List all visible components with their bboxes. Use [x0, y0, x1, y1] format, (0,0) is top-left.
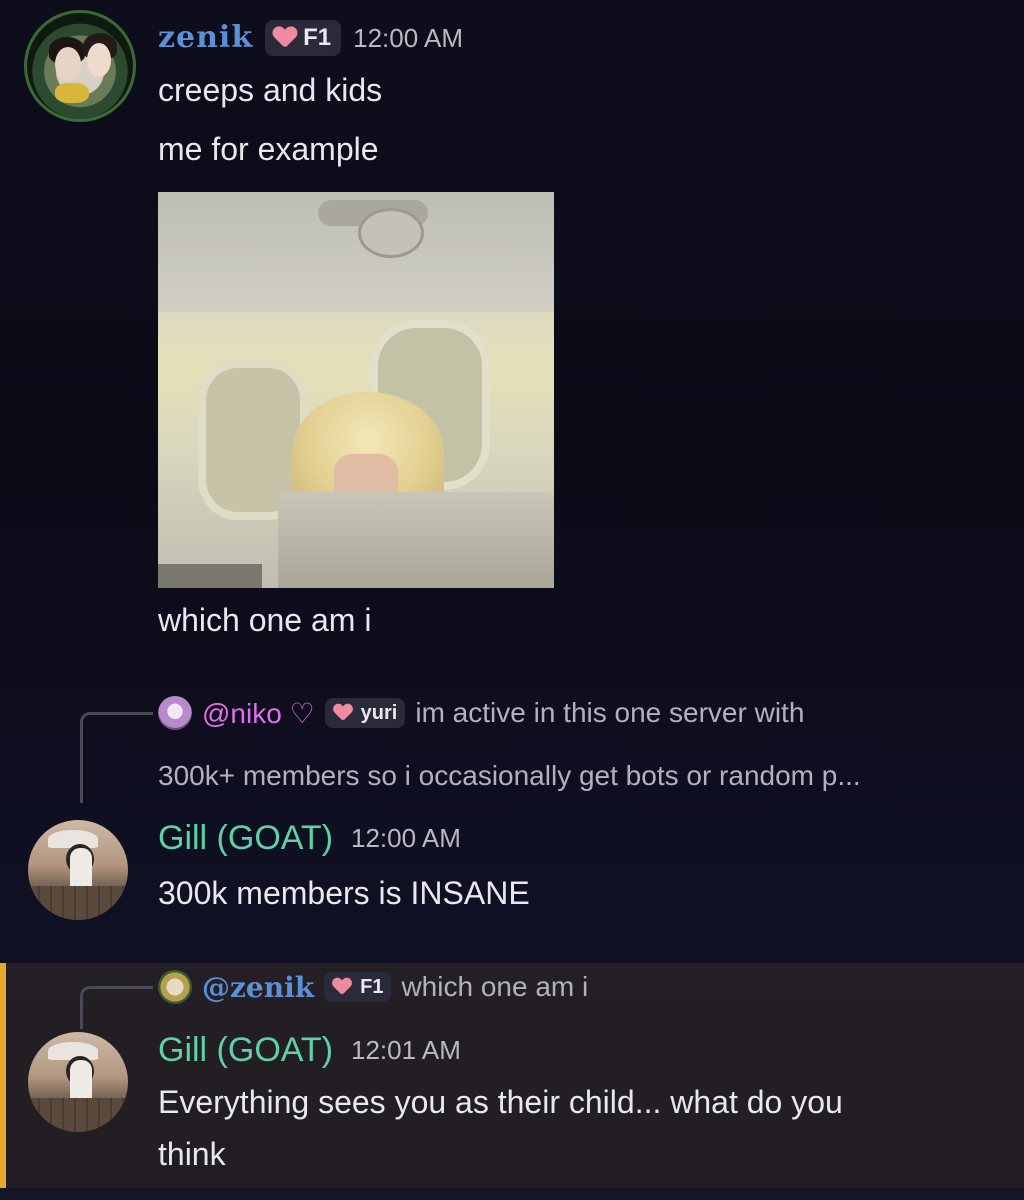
heart-icon [333, 704, 352, 722]
message-image-attachment[interactable] [158, 192, 554, 588]
server-tag[interactable]: F1 [265, 20, 342, 56]
server-tag-label: yuri [360, 701, 398, 724]
message-text: creeps and kids [158, 72, 383, 108]
reply-text: which one am i [401, 971, 589, 1002]
message-text: Everything sees you as their child... wh… [158, 1084, 843, 1120]
zenik-avatar[interactable] [24, 10, 136, 122]
message-header-gill: Gill (GOAT) 12:00 AM [158, 818, 461, 858]
gill-avatar[interactable] [28, 820, 128, 920]
timestamp: 12:00 AM [351, 822, 461, 853]
server-tag[interactable]: yuri [324, 698, 406, 728]
timestamp: 12:01 AM [351, 1034, 461, 1065]
server-tag-label: F1 [303, 24, 332, 51]
reply-text: im active in this one server with [415, 697, 805, 728]
message-text: think [158, 1136, 226, 1172]
reply-connector [80, 986, 153, 1029]
message-text: me for example [158, 131, 379, 167]
reply-preview[interactable]: @niko ♡ yuri im active in this one serve… [158, 696, 804, 730]
heart-icon [273, 27, 297, 49]
gill-avatar[interactable] [28, 1032, 128, 1132]
zenik-avatar[interactable] [158, 970, 192, 1004]
reply-text: 300k+ members so i occasionally get bots… [158, 760, 861, 791]
reply-author[interactable]: @niko ♡ [202, 697, 315, 730]
author-name[interactable]: zenik [158, 18, 253, 58]
server-tag-label: F1 [360, 975, 384, 998]
author-name[interactable]: Gill (GOAT) [158, 1030, 333, 1070]
server-tag[interactable]: F1 [324, 972, 392, 1002]
timestamp: 12:00 AM [353, 22, 463, 53]
reply-author[interactable]: @zenik [202, 971, 314, 1004]
message-text: which one am i [158, 602, 372, 638]
mention-highlight-bar [0, 963, 6, 1188]
heart-icon [333, 978, 352, 996]
author-name[interactable]: Gill (GOAT) [158, 818, 333, 858]
message-header-gill: Gill (GOAT) 12:01 AM [158, 1030, 461, 1070]
reply-preview[interactable]: @zenik F1 which one am i [158, 970, 588, 1004]
niko-avatar[interactable] [158, 696, 192, 730]
message-text: 300k members is INSANE [158, 875, 530, 911]
message-header-zenik: zenik F1 12:00 AM [158, 18, 463, 58]
reply-connector [80, 712, 153, 803]
